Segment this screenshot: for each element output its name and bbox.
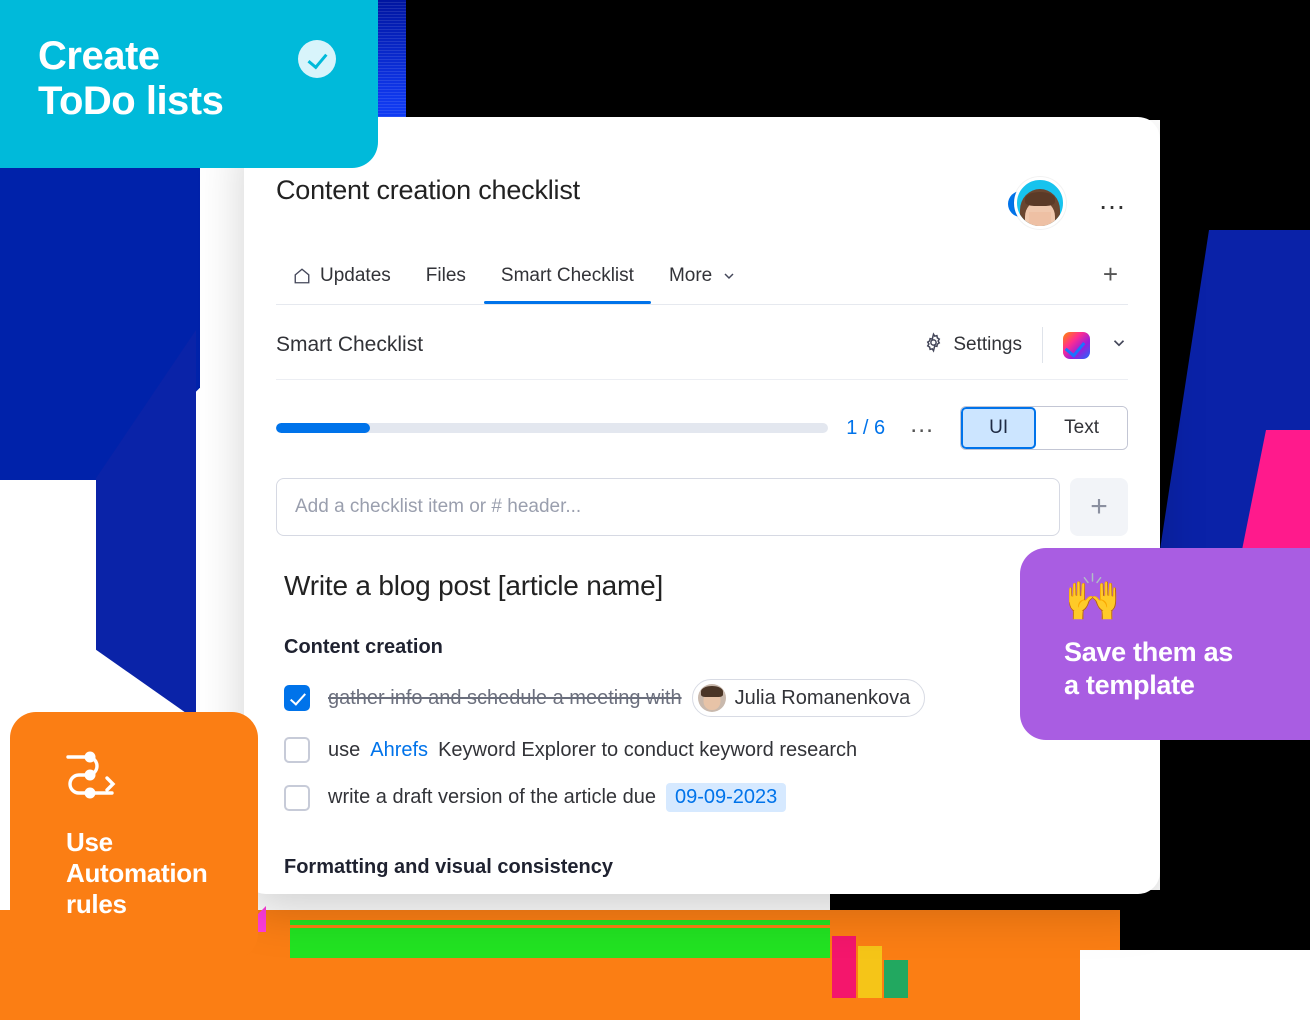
avatar-fringe (1025, 191, 1055, 206)
tab-updates[interactable]: Updates (276, 257, 408, 303)
app-card: Content creation checklist + … (244, 117, 1160, 894)
sub-header-title: Smart Checklist (276, 333, 424, 356)
checklist-item[interactable]: to highlight key info use **bold** itali… (284, 889, 1128, 894)
checklist-title: Write a blog post [article name] (284, 570, 664, 601)
promo-card-save-template: 🙌 Save them as a template (1020, 548, 1310, 740)
raising-hands-emoji-icon: 🙌 (1064, 571, 1122, 623)
deco-green-bar-thin (290, 920, 830, 925)
chevron-down-icon[interactable] (1110, 334, 1128, 357)
deco-white-block (1080, 950, 1310, 1020)
deco-chip-green (884, 960, 908, 998)
promo-title: Save them as a template (1064, 637, 1233, 700)
checkbox-unchecked[interactable] (284, 784, 310, 811)
deco-chip-pink (832, 936, 856, 998)
due-date-chip[interactable]: 09-09-2023 (665, 783, 787, 812)
item-text-after: Keyword Explorer to conduct keyword rese… (438, 738, 858, 761)
add-tab-button[interactable]: + (1093, 255, 1128, 304)
avatar[interactable] (1014, 177, 1066, 229)
tab-list: Updates Files Smart Checklist More (276, 255, 755, 304)
progress-bar (276, 423, 829, 433)
tab-label: Files (425, 264, 466, 286)
avatar-group[interactable]: + (1008, 177, 1070, 233)
tab-files[interactable]: Files (409, 257, 483, 303)
settings-label: Settings (953, 334, 1022, 355)
promo-title: Use Automation rules (66, 827, 208, 920)
checklist-item[interactable]: gather info and schedule a meeting with … (284, 669, 1128, 727)
smart-checklist-app-icon[interactable] (1063, 331, 1090, 359)
checklist-overflow-menu-icon[interactable]: … (903, 412, 942, 437)
header-actions: + … (1008, 177, 1128, 233)
item-text-before: use (328, 738, 361, 761)
checklist-item-text: write a draft version of the article due… (328, 783, 787, 812)
add-item-row: + (276, 478, 1128, 536)
checklist-item-text: gather info and schedule a meeting with … (328, 679, 926, 717)
promo-card-create-todo: Create ToDo lists (0, 0, 378, 168)
item-text-before: write a draft version of the article due (328, 786, 656, 808)
tab-label: Updates (320, 264, 391, 286)
promo-title: Create ToDo lists (38, 34, 224, 123)
checkbox-checked[interactable] (284, 685, 310, 711)
page-title: Content creation checklist (276, 175, 580, 205)
check-circle-icon (298, 40, 336, 78)
add-checklist-item-input[interactable] (276, 478, 1060, 536)
mention-avatar (697, 684, 726, 712)
gear-icon (923, 331, 944, 359)
checklist-sub-header: Smart Checklist Settings (276, 305, 1128, 380)
tab-more[interactable]: More (652, 257, 754, 303)
tab-label: Smart Checklist (500, 264, 634, 286)
checklist-group-title: Formatting and visual consistency (284, 856, 613, 878)
checklist-group-title: Content creation (284, 636, 443, 658)
promo-card-automation-rules: Use Automation rules (10, 712, 258, 960)
view-toggle-text[interactable]: Text (1036, 407, 1127, 449)
chevron-down-icon (721, 268, 737, 284)
avatar-neck (1029, 212, 1051, 226)
tab-bar: Updates Files Smart Checklist More + (276, 255, 1128, 305)
sub-header-divider (1042, 327, 1043, 363)
sub-header-actions: Settings (923, 327, 1128, 363)
deco-chip-yellow (858, 946, 882, 998)
automation-flow-icon (66, 751, 128, 804)
checklist-item[interactable]: write a draft version of the article due… (284, 773, 1128, 822)
checklist-item[interactable]: use Ahrefs Keyword Explorer to conduct k… (284, 727, 1128, 773)
home-icon (293, 267, 311, 285)
overflow-menu-icon[interactable]: … (1098, 186, 1128, 215)
tab-label: More (668, 264, 713, 286)
view-toggle-ui[interactable]: UI (961, 407, 1037, 449)
settings-button[interactable]: Settings (923, 331, 1022, 359)
checklist-item-text: use Ahrefs Keyword Explorer to conduct k… (328, 739, 857, 762)
item-text-strikethrough: gather info and schedule a meeting with (328, 686, 682, 709)
view-toggle: UI Text (960, 406, 1128, 450)
mention-pill[interactable]: Julia Romanenkova (691, 679, 926, 717)
deco-green-bar (290, 928, 830, 958)
checkbox-unchecked[interactable] (284, 737, 310, 763)
item-link[interactable]: Ahrefs (370, 739, 428, 762)
progress-count: 1 / 6 (846, 416, 886, 439)
tab-smart-checklist[interactable]: Smart Checklist (483, 257, 651, 304)
add-checklist-item-button[interactable]: + (1070, 478, 1128, 536)
progress-bar-fill (276, 423, 370, 433)
progress-row: 1 / 6 … UI Text (276, 380, 1128, 464)
card-header: Content creation checklist + … (244, 117, 1160, 233)
mention-name: Julia Romanenkova (734, 686, 911, 709)
